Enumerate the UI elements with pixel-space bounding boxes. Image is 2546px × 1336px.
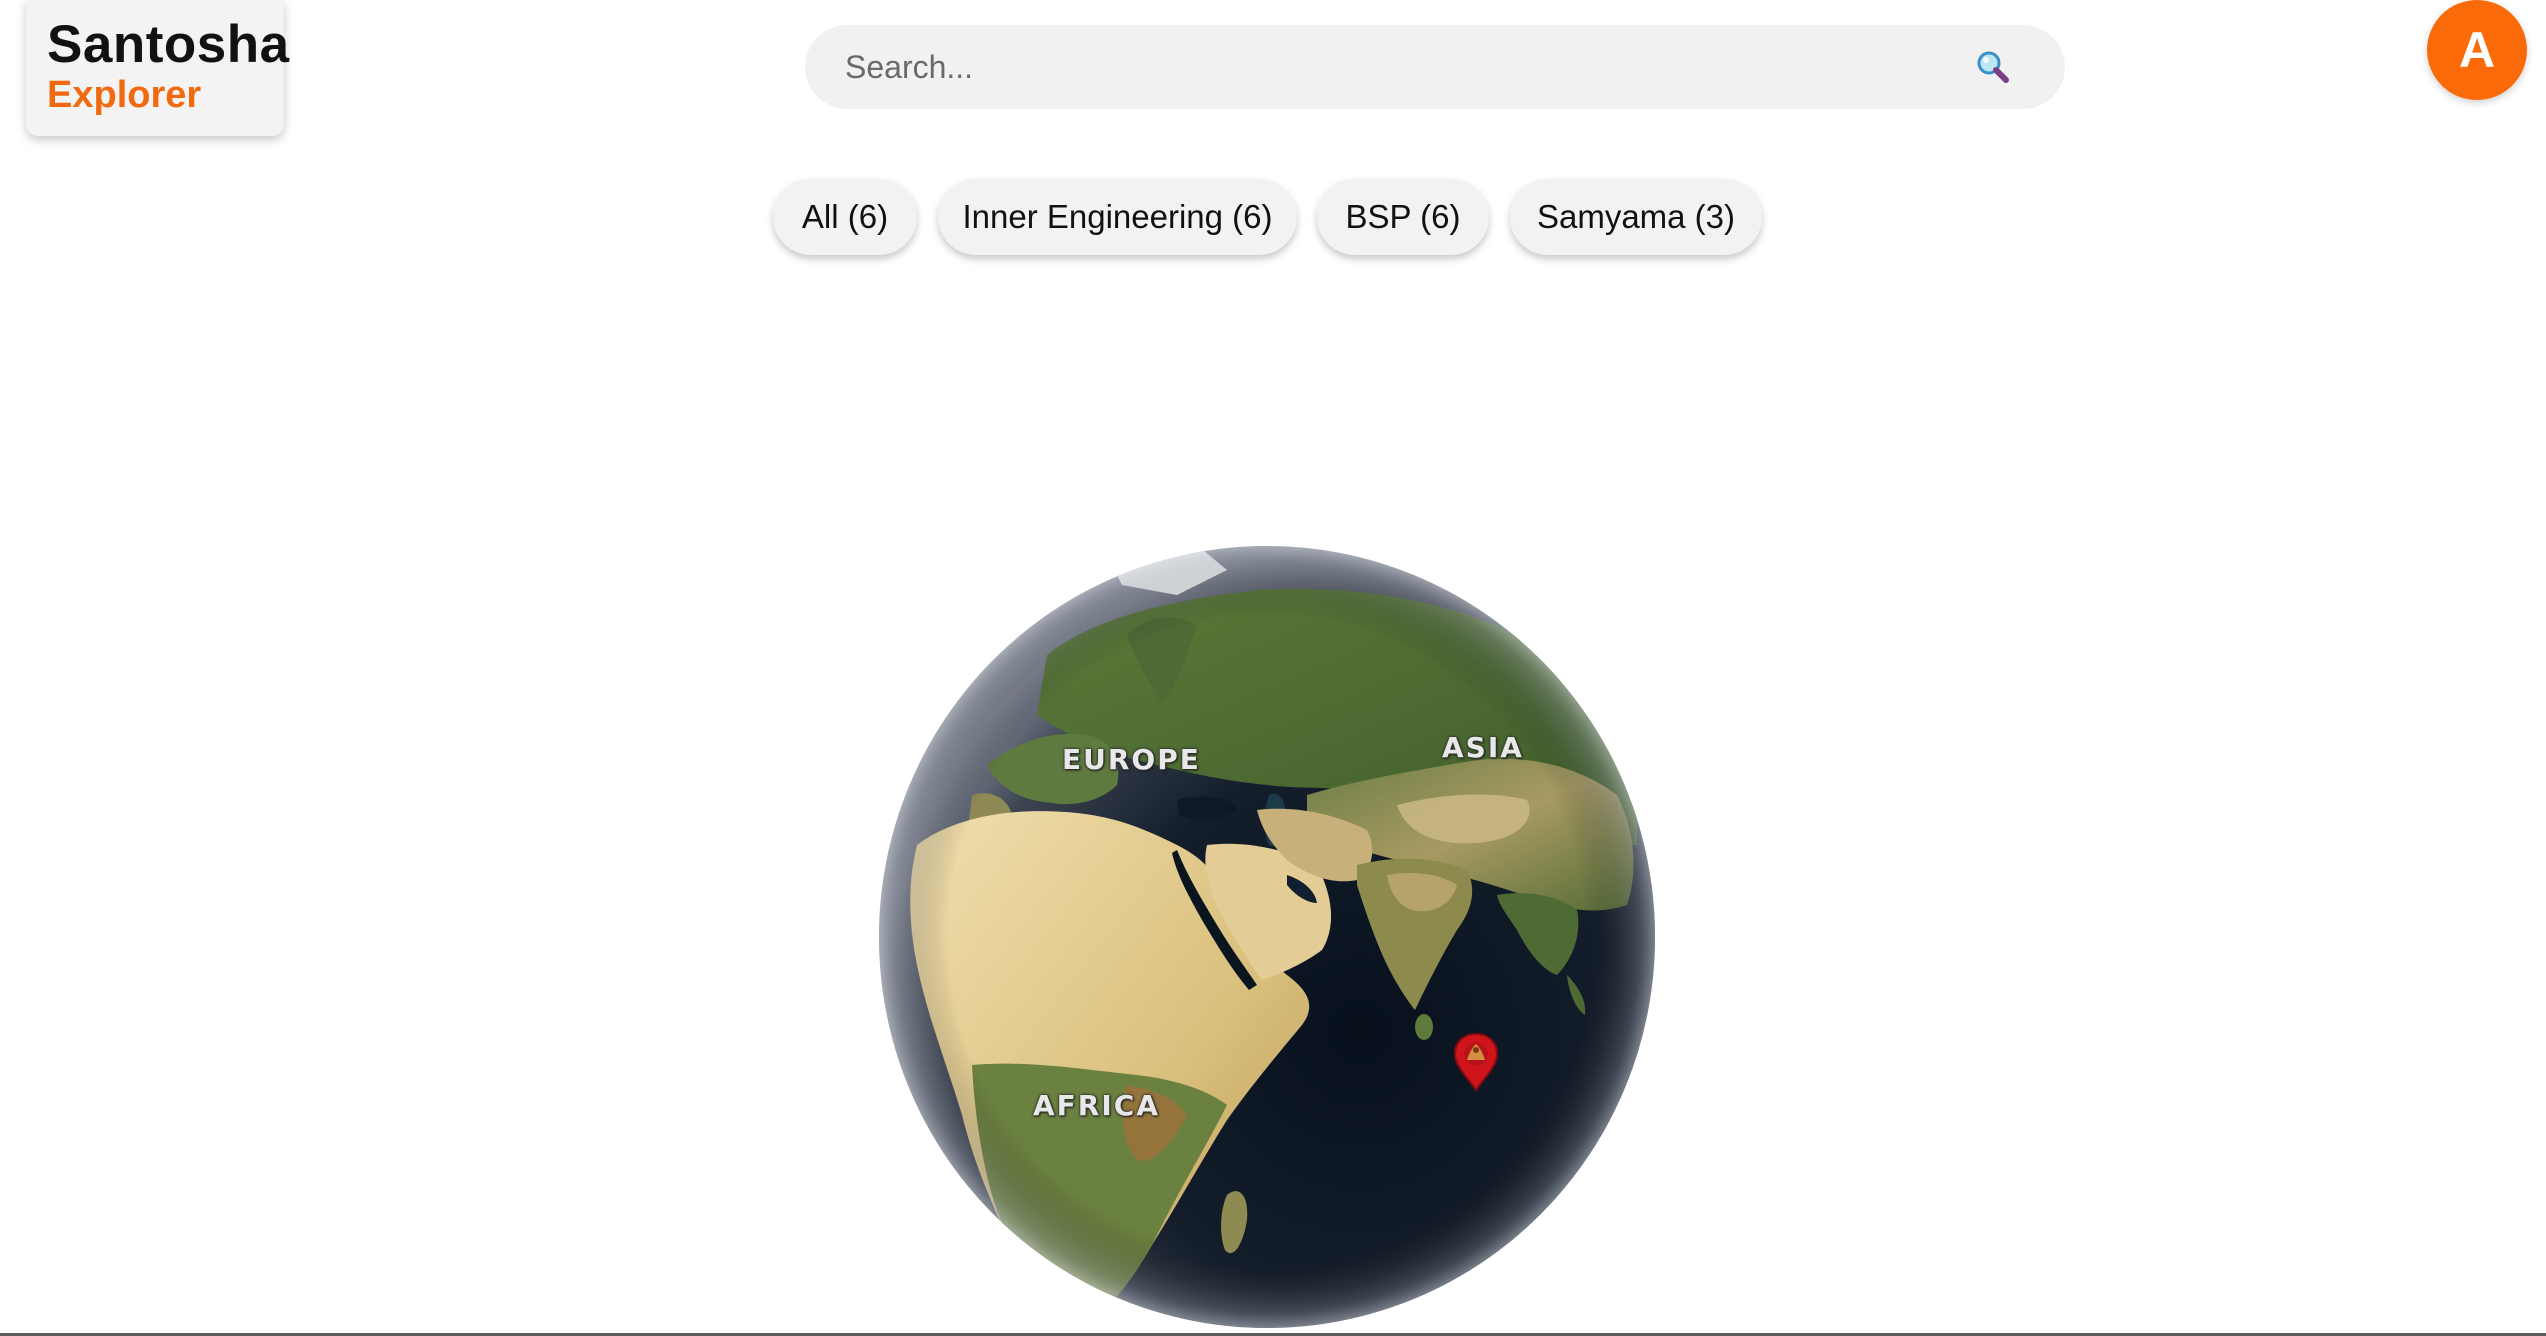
app-logo[interactable]: Santosha Explorer — [26, 0, 290, 136]
logo-subtitle: Explorer — [47, 74, 202, 116]
search-input[interactable] — [805, 24, 1971, 110]
filter-chip-inner-engineering[interactable]: Inner Engineering (6) — [938, 179, 1297, 255]
filter-chip-bsp[interactable]: BSP (6) — [1317, 179, 1489, 255]
globe-graphic[interactable] — [877, 545, 1657, 1330]
map-label-africa: AFRICA — [1033, 1089, 1160, 1122]
app-page: Santosha Explorer A All (6) Inner Engine… — [0, 0, 2546, 1336]
user-avatar-button[interactable]: A — [2427, 0, 2527, 100]
search-icon[interactable] — [1971, 45, 2015, 89]
search-bar — [805, 24, 2065, 110]
map-label-asia: ASIA — [1442, 731, 1524, 764]
map-label-europe: EUROPE — [1062, 743, 1201, 776]
logo-title: Santosha — [47, 15, 290, 74]
filter-chip-samyama[interactable]: Samyama (3) — [1510, 179, 1762, 255]
map-pin-icon[interactable] — [1453, 1032, 1499, 1092]
globe-map[interactable]: EUROPE ASIA AFRICA — [877, 545, 1657, 1330]
filter-chip-all[interactable]: All (6) — [773, 179, 917, 255]
